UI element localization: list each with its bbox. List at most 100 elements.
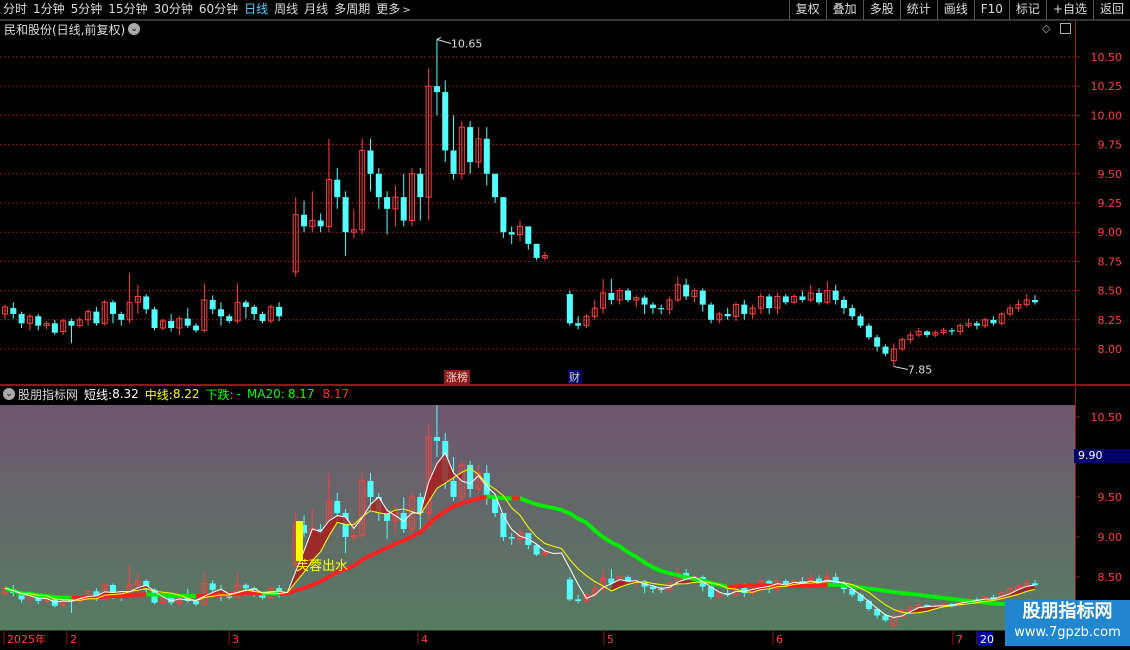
overlay-button[interactable]: 叠加 bbox=[825, 0, 863, 20]
main-candle bbox=[832, 284, 839, 305]
x-axis-label: 2 bbox=[70, 633, 77, 646]
back-button[interactable]: 返回 bbox=[1092, 0, 1130, 20]
period-tabs: 分时 1分钟 5分钟 15分钟 30分钟 60分钟 日线 周线 月线 多周期 更… bbox=[0, 0, 414, 20]
tab-more[interactable]: 更多 > bbox=[373, 0, 413, 20]
tab-daily[interactable]: 日线 bbox=[241, 0, 271, 20]
candle-body bbox=[575, 599, 582, 601]
main-candle bbox=[1007, 304, 1014, 317]
main-candle bbox=[176, 316, 183, 335]
legend-short-label: 短线: bbox=[84, 387, 113, 402]
main-candle bbox=[774, 292, 781, 314]
main-candle bbox=[43, 320, 50, 330]
main-candle bbox=[890, 343, 897, 367]
candle-body bbox=[766, 296, 773, 309]
main-candle bbox=[242, 299, 249, 319]
main-candle bbox=[965, 318, 972, 328]
main-candle bbox=[317, 213, 324, 233]
main-candle bbox=[51, 319, 58, 335]
main-candle bbox=[276, 302, 283, 321]
main-y-tick-label: 9.25 bbox=[1098, 197, 1123, 210]
candle-body bbox=[18, 313, 25, 324]
indicator-chart[interactable]: 10.5010.009.509.008.50芙蓉出水2025年23456720 bbox=[0, 385, 1130, 650]
tab-30min[interactable]: 30分钟 bbox=[151, 0, 196, 20]
candle-body bbox=[450, 481, 457, 497]
candle-body bbox=[492, 173, 499, 198]
candle-body bbox=[51, 323, 58, 333]
main-y-tick-label: 10.25 bbox=[1091, 80, 1123, 93]
main-candle bbox=[666, 296, 673, 314]
candle-body bbox=[924, 331, 931, 335]
main-candle bbox=[350, 208, 357, 239]
main-candle bbox=[400, 173, 407, 227]
tab-15min[interactable]: 15分钟 bbox=[105, 0, 150, 20]
candle-body bbox=[193, 325, 200, 331]
tab-multi-period[interactable]: 多周期 bbox=[331, 0, 373, 20]
f10-button[interactable]: F10 bbox=[973, 0, 1009, 20]
main-candle bbox=[417, 167, 424, 221]
restore-rights-button[interactable]: 复权 bbox=[788, 0, 826, 20]
main-candle bbox=[134, 284, 141, 314]
event-finance-label: 财 bbox=[569, 370, 580, 384]
candle-body bbox=[384, 197, 391, 209]
indicator-legend: ⌄ 股朋指标网 短线: 8.32 中线: 8.22 下跌: - MA20: 8.… bbox=[0, 385, 349, 403]
candle-body bbox=[143, 296, 150, 310]
main-candle bbox=[18, 311, 25, 328]
candle-body bbox=[209, 299, 216, 310]
statistics-button[interactable]: 统计 bbox=[899, 0, 937, 20]
tab-monthly[interactable]: 月线 bbox=[301, 0, 331, 20]
main-candle bbox=[500, 197, 507, 239]
main-candle bbox=[334, 167, 341, 209]
main-candle bbox=[741, 299, 748, 320]
candle-body bbox=[874, 337, 881, 347]
mark-button[interactable]: 标记 bbox=[1008, 0, 1046, 20]
main-candle bbox=[450, 115, 457, 180]
main-candle bbox=[608, 278, 615, 305]
tab-weekly[interactable]: 周线 bbox=[271, 0, 301, 20]
main-candle bbox=[799, 290, 806, 303]
candle-body bbox=[417, 173, 424, 198]
main-candle bbox=[259, 311, 266, 324]
diamond-icon[interactable]: ◇ bbox=[1042, 22, 1050, 35]
tab-1min[interactable]: 1分钟 bbox=[30, 0, 68, 20]
chevron-down-icon[interactable]: ⌄ bbox=[3, 388, 15, 400]
main-candle bbox=[957, 323, 964, 335]
tab-60min[interactable]: 60分钟 bbox=[196, 0, 241, 20]
panel-toggle-icon[interactable] bbox=[1060, 23, 1071, 34]
main-candle bbox=[226, 313, 233, 324]
tab-intraday[interactable]: 分时 bbox=[0, 0, 30, 20]
candle-body bbox=[508, 232, 515, 235]
high-price-label: 10.65 bbox=[451, 37, 483, 50]
candle-body bbox=[367, 150, 374, 174]
main-candle bbox=[325, 138, 332, 233]
candle-body bbox=[35, 316, 42, 326]
main-candle bbox=[151, 306, 158, 331]
add-watchlist-button[interactable]: +自选 bbox=[1045, 0, 1093, 20]
tab-5min[interactable]: 5分钟 bbox=[68, 0, 106, 20]
main-candle bbox=[915, 327, 922, 338]
main-candle bbox=[882, 344, 889, 357]
ma20-line-falling bbox=[146, 592, 197, 599]
main-candle bbox=[433, 39, 440, 116]
candle-body bbox=[450, 150, 457, 174]
multi-stock-button[interactable]: 多股 bbox=[862, 0, 900, 20]
main-y-tick-label: 8.00 bbox=[1098, 343, 1123, 356]
watermark-line2: www.7gpzb.com bbox=[1014, 625, 1121, 640]
draw-line-button[interactable]: 画线 bbox=[936, 0, 974, 20]
toolbar: 分时 1分钟 5分钟 15分钟 30分钟 60分钟 日线 周线 月线 多周期 更… bbox=[0, 0, 1130, 20]
candle-body bbox=[500, 197, 507, 233]
sub-y-tick-label: 10.50 bbox=[1091, 411, 1123, 424]
main-candle bbox=[782, 294, 789, 305]
candle-body bbox=[533, 243, 540, 258]
candle-body bbox=[93, 311, 100, 324]
candle-body bbox=[10, 308, 17, 314]
main-candle bbox=[184, 308, 191, 328]
main-candle bbox=[724, 308, 731, 320]
candlestick-chart[interactable]: 10.50 10.25 10.00 9.75 9.50 9.25 9.00 8.75 8.50 8… bbox=[0, 20, 1130, 385]
main-candle bbox=[791, 294, 798, 305]
candle-body bbox=[832, 290, 839, 300]
main-candle bbox=[392, 185, 399, 227]
main-y-tick-label: 8.50 bbox=[1098, 285, 1123, 298]
chevron-down-icon[interactable]: ⌄ bbox=[128, 23, 141, 35]
main-candle bbox=[749, 304, 756, 319]
candle-body bbox=[242, 585, 249, 589]
